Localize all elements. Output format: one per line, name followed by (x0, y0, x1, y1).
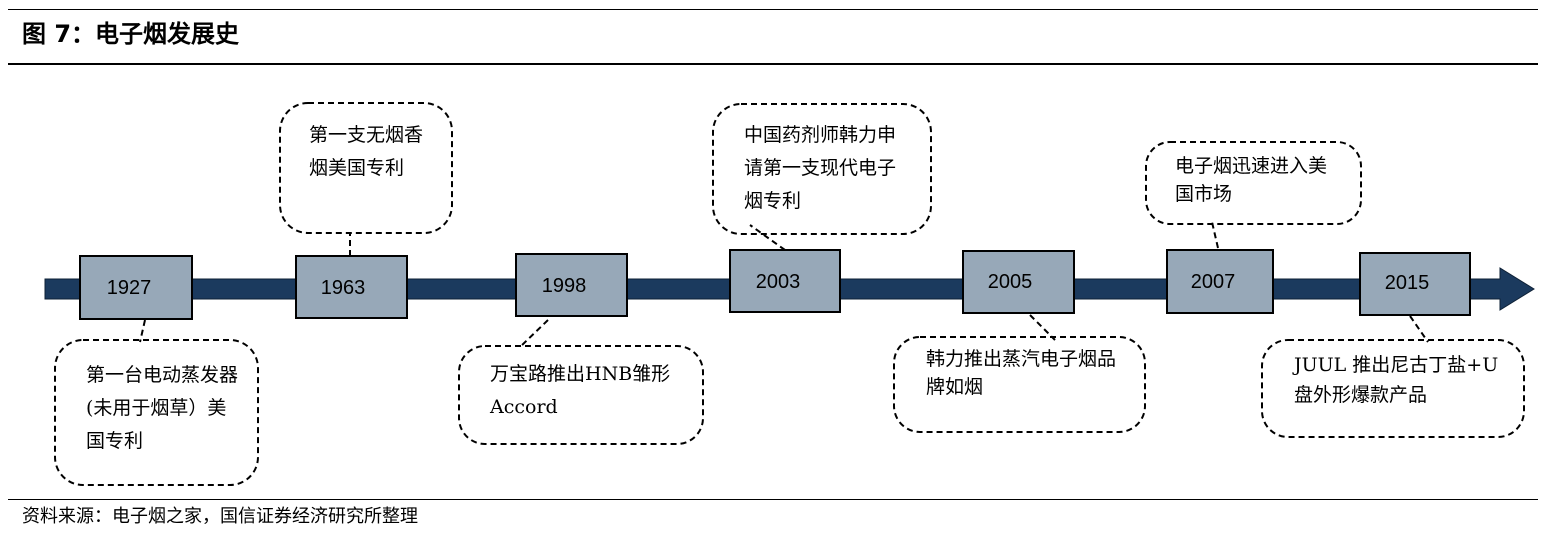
source-note: 资料来源：电子烟之家，国信证券经济研究所整理 (22, 506, 418, 527)
event-text-1927: 第一台电动蒸发器(未用于烟草）美国专利 (86, 364, 239, 452)
year-label-1963: 1963 (321, 277, 366, 299)
year-label-1998: 1998 (542, 275, 587, 297)
year-label-2007: 2007 (1191, 271, 1236, 293)
event-text-2003: 中国药剂师韩力申请第一支现代电子烟专利 (744, 124, 897, 212)
year-label-2003: 2003 (756, 271, 801, 293)
event-text-1998: 万宝路推出HNB雏形 Accord (490, 363, 671, 418)
connector-2015 (1409, 315, 1429, 343)
year-label-2015: 2015 (1385, 272, 1430, 294)
connector-2007 (1211, 221, 1219, 249)
footer-rule (8, 499, 1538, 500)
event-text-1963: 第一支无烟香烟美国专利 (309, 124, 424, 179)
event-text-2015: JUUL 推出尼古丁盐+U 盘外形爆款产品 (1294, 354, 1499, 406)
year-label-2005: 2005 (988, 271, 1033, 293)
connector-1998 (519, 319, 549, 348)
connector-1927 (139, 319, 146, 343)
event-text-2007: 电子烟迅速进入美国市场 (1175, 155, 1328, 205)
year-label-1927: 1927 (107, 277, 152, 299)
event-text-2005: 韩力推出蒸汽电子烟品牌如烟 (926, 348, 1117, 398)
